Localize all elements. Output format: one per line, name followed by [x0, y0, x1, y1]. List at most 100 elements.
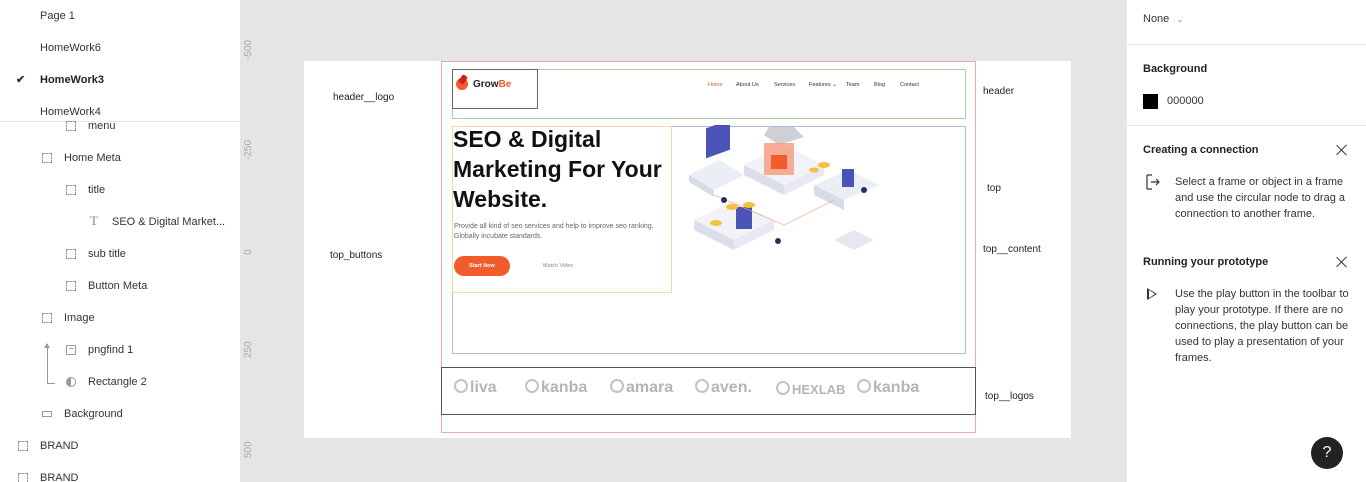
layer-label: pngfind 1 [88, 344, 134, 356]
layer-sub-title[interactable]: sub title [66, 238, 236, 270]
brand-logo-hexlab: HEXLAB [776, 381, 845, 397]
brand-logo-aven: aven. [695, 379, 752, 397]
background-color-swatch[interactable] [1143, 94, 1158, 109]
layer-label: BRAND [40, 440, 79, 452]
rocket-icon [456, 78, 468, 90]
rectangle-icon [42, 411, 52, 417]
brand-logo-liva: liva [454, 379, 497, 397]
frame-icon [18, 441, 28, 451]
annotation-top: top [987, 183, 1001, 194]
layer-brand[interactable]: BRAND [18, 430, 236, 462]
brand-icon [525, 379, 539, 393]
layer-pngfind[interactable]: pngfind 1 [66, 334, 236, 366]
brand-logo-kanba: kanba [857, 379, 919, 397]
page-label: HomeWork6 [40, 42, 101, 54]
brand-icon [857, 379, 871, 393]
chevron-down-icon: ⌄ [1176, 15, 1184, 24]
close-icon[interactable] [1335, 255, 1349, 269]
layer-label: Rectangle 2 [88, 376, 147, 388]
layer-image[interactable]: Image [42, 302, 236, 334]
inspector-panel: None ⌄ Background 000000 Creating a conn… [1126, 0, 1366, 482]
layer-brand[interactable]: BRAND [18, 462, 236, 482]
prototype-help-text: Use the play button in the toolbar to pl… [1175, 288, 1349, 364]
brand-icon [776, 381, 790, 395]
layer-button-meta[interactable]: Button Meta [66, 270, 236, 302]
nav-blog[interactable]: Blog [874, 82, 885, 88]
logo-text: GrowBe [473, 79, 512, 90]
annotation-top-buttons: top_buttons [330, 250, 383, 261]
start-now-button[interactable]: Start Now [454, 256, 510, 276]
layers-panel: Page 1 HomeWork6 ✔ HomeWork3 HomeWork4 m… [0, 0, 241, 482]
layer-label: menu [88, 120, 116, 132]
brand-icon [610, 379, 624, 393]
layer-title[interactable]: title [66, 174, 236, 206]
page-item-homework6[interactable]: HomeWork6 [0, 32, 240, 64]
ruler-label: -250 [243, 139, 254, 160]
help-button[interactable]: ? [1311, 437, 1343, 469]
prototype-device-dropdown[interactable]: None ⌄ [1143, 13, 1183, 25]
isometric-illustration[interactable] [674, 125, 899, 275]
mask-group-bracket [44, 343, 55, 384]
frame-icon [42, 153, 52, 163]
brand-logo-amara: amara [610, 379, 673, 397]
ruler-label: 500 [243, 441, 254, 458]
annotation-header: header [983, 86, 1015, 97]
frame-icon [66, 249, 76, 259]
close-icon[interactable] [1335, 143, 1349, 157]
background-heading: Background [1143, 63, 1208, 75]
nav-team[interactable]: Team [846, 82, 859, 88]
frame-icon [66, 281, 76, 291]
layer-background[interactable]: Background [42, 398, 236, 430]
watch-video-button[interactable]: Watch Video [538, 256, 578, 276]
hero-subtitle[interactable]: Provide all kind of seo services and hel… [454, 222, 654, 242]
artboard-homework3[interactable]: header__logo top_buttons header top top_… [304, 61, 1071, 438]
ruler-label: 0 [243, 249, 254, 255]
checkmark-icon: ✔ [16, 74, 26, 86]
nav-features[interactable]: Features ⌄ [809, 82, 837, 88]
layer-label: sub title [88, 248, 126, 260]
layer-seo-text[interactable]: T SEO & Digital Market... [90, 206, 236, 238]
page-item-page-1[interactable]: Page 1 [0, 0, 240, 32]
background-hex-input[interactable]: 000000 [1167, 95, 1204, 107]
panel-divider [1127, 44, 1366, 45]
layer-rectangle-2[interactable]: Rectangle 2 [66, 366, 236, 398]
connection-help-text: Select a frame or object in a frame and … [1175, 176, 1346, 220]
layer-label: Background [64, 408, 123, 420]
annotation-top-logos: top__logos [985, 391, 1034, 402]
frame-icon [66, 121, 76, 131]
brand-icon [454, 379, 468, 393]
frame-icon [42, 313, 52, 323]
connection-icon [1146, 174, 1160, 190]
layer-label: SEO & Digital Market... [112, 216, 226, 228]
layer-label: Image [64, 312, 95, 324]
frame-icon [18, 473, 28, 482]
hero-title[interactable]: SEO & Digital Marketing For Your Website… [453, 124, 673, 214]
brand-icon [695, 379, 709, 393]
annotation-top-content: top__content [983, 244, 1041, 255]
panel-divider [1127, 125, 1366, 126]
brand-logo-kanba: kanba [525, 379, 587, 397]
layer-label: title [88, 184, 106, 196]
nav-about-us[interactable]: About Us [736, 82, 759, 88]
nav-services[interactable]: Services [774, 82, 795, 88]
nav-home[interactable]: Home [708, 82, 723, 88]
connection-heading: Creating a connection [1143, 144, 1259, 156]
play-icon [1147, 288, 1157, 300]
frame-icon [66, 185, 76, 195]
layer-menu[interactable]: menu [66, 110, 236, 142]
ruler-label: -500 [243, 39, 254, 60]
annotation-header-logo: header__logo [333, 92, 395, 103]
prototype-heading: Running your prototype [1143, 256, 1269, 268]
layer-label: Button Meta [88, 280, 148, 292]
dropdown-value: None [1143, 13, 1170, 25]
nav-contact[interactable]: Contact [900, 82, 919, 88]
image-icon [66, 345, 76, 355]
layer-home-meta[interactable]: Home Meta [42, 142, 236, 174]
site-logo[interactable]: GrowBe [452, 69, 538, 109]
page-label: HomeWork3 [40, 74, 104, 86]
page-item-homework3[interactable]: ✔ HomeWork3 [0, 64, 240, 96]
layer-label: Home Meta [64, 152, 121, 164]
vertical-ruler: -500 -250 0 250 500 [241, 0, 261, 482]
design-canvas[interactable]: header__logo top_buttons header top top_… [261, 0, 1126, 482]
text-icon: T [90, 213, 98, 228]
